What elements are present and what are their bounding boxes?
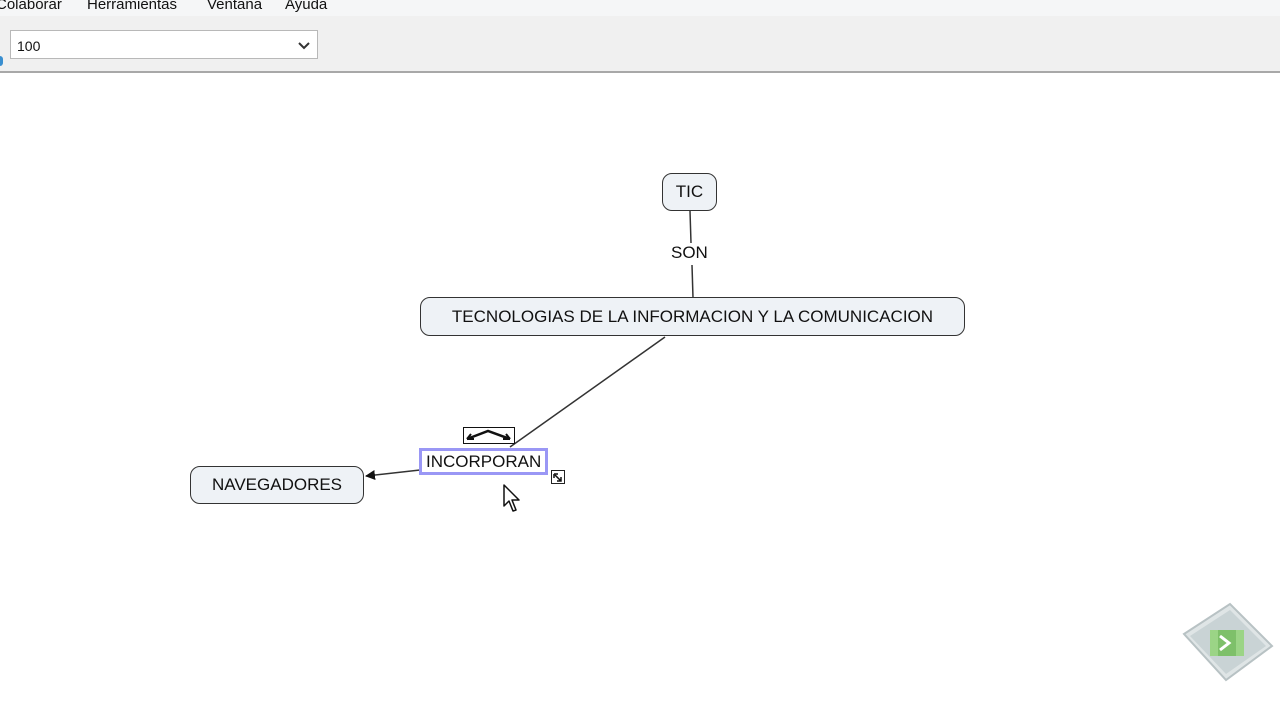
line-son-tecnologias (691, 264, 694, 299)
watermark-logo-icon (1182, 602, 1274, 682)
connection-lines (365, 210, 694, 480)
resize-handle[interactable] (551, 470, 565, 484)
concept-navegadores[interactable]: NAVEGADORES (190, 466, 364, 504)
drag-arrows-icon (466, 429, 511, 441)
line-incorporan-navegadores (365, 469, 421, 480)
link-label-son[interactable]: SON (671, 243, 708, 263)
link-label-incorporan[interactable]: INCORPORAN (419, 448, 549, 475)
link-drag-handle[interactable] (463, 427, 515, 444)
resize-icon (553, 473, 562, 482)
line-tic-son (689, 210, 692, 244)
concept-tic[interactable]: TIC (662, 173, 717, 211)
mouse-cursor-icon (503, 484, 520, 512)
concept-tecnologias[interactable]: TECNOLOGIAS DE LA INFORMACION Y LA COMUN… (420, 297, 965, 336)
line-tecnologias-incorporan (509, 336, 666, 448)
